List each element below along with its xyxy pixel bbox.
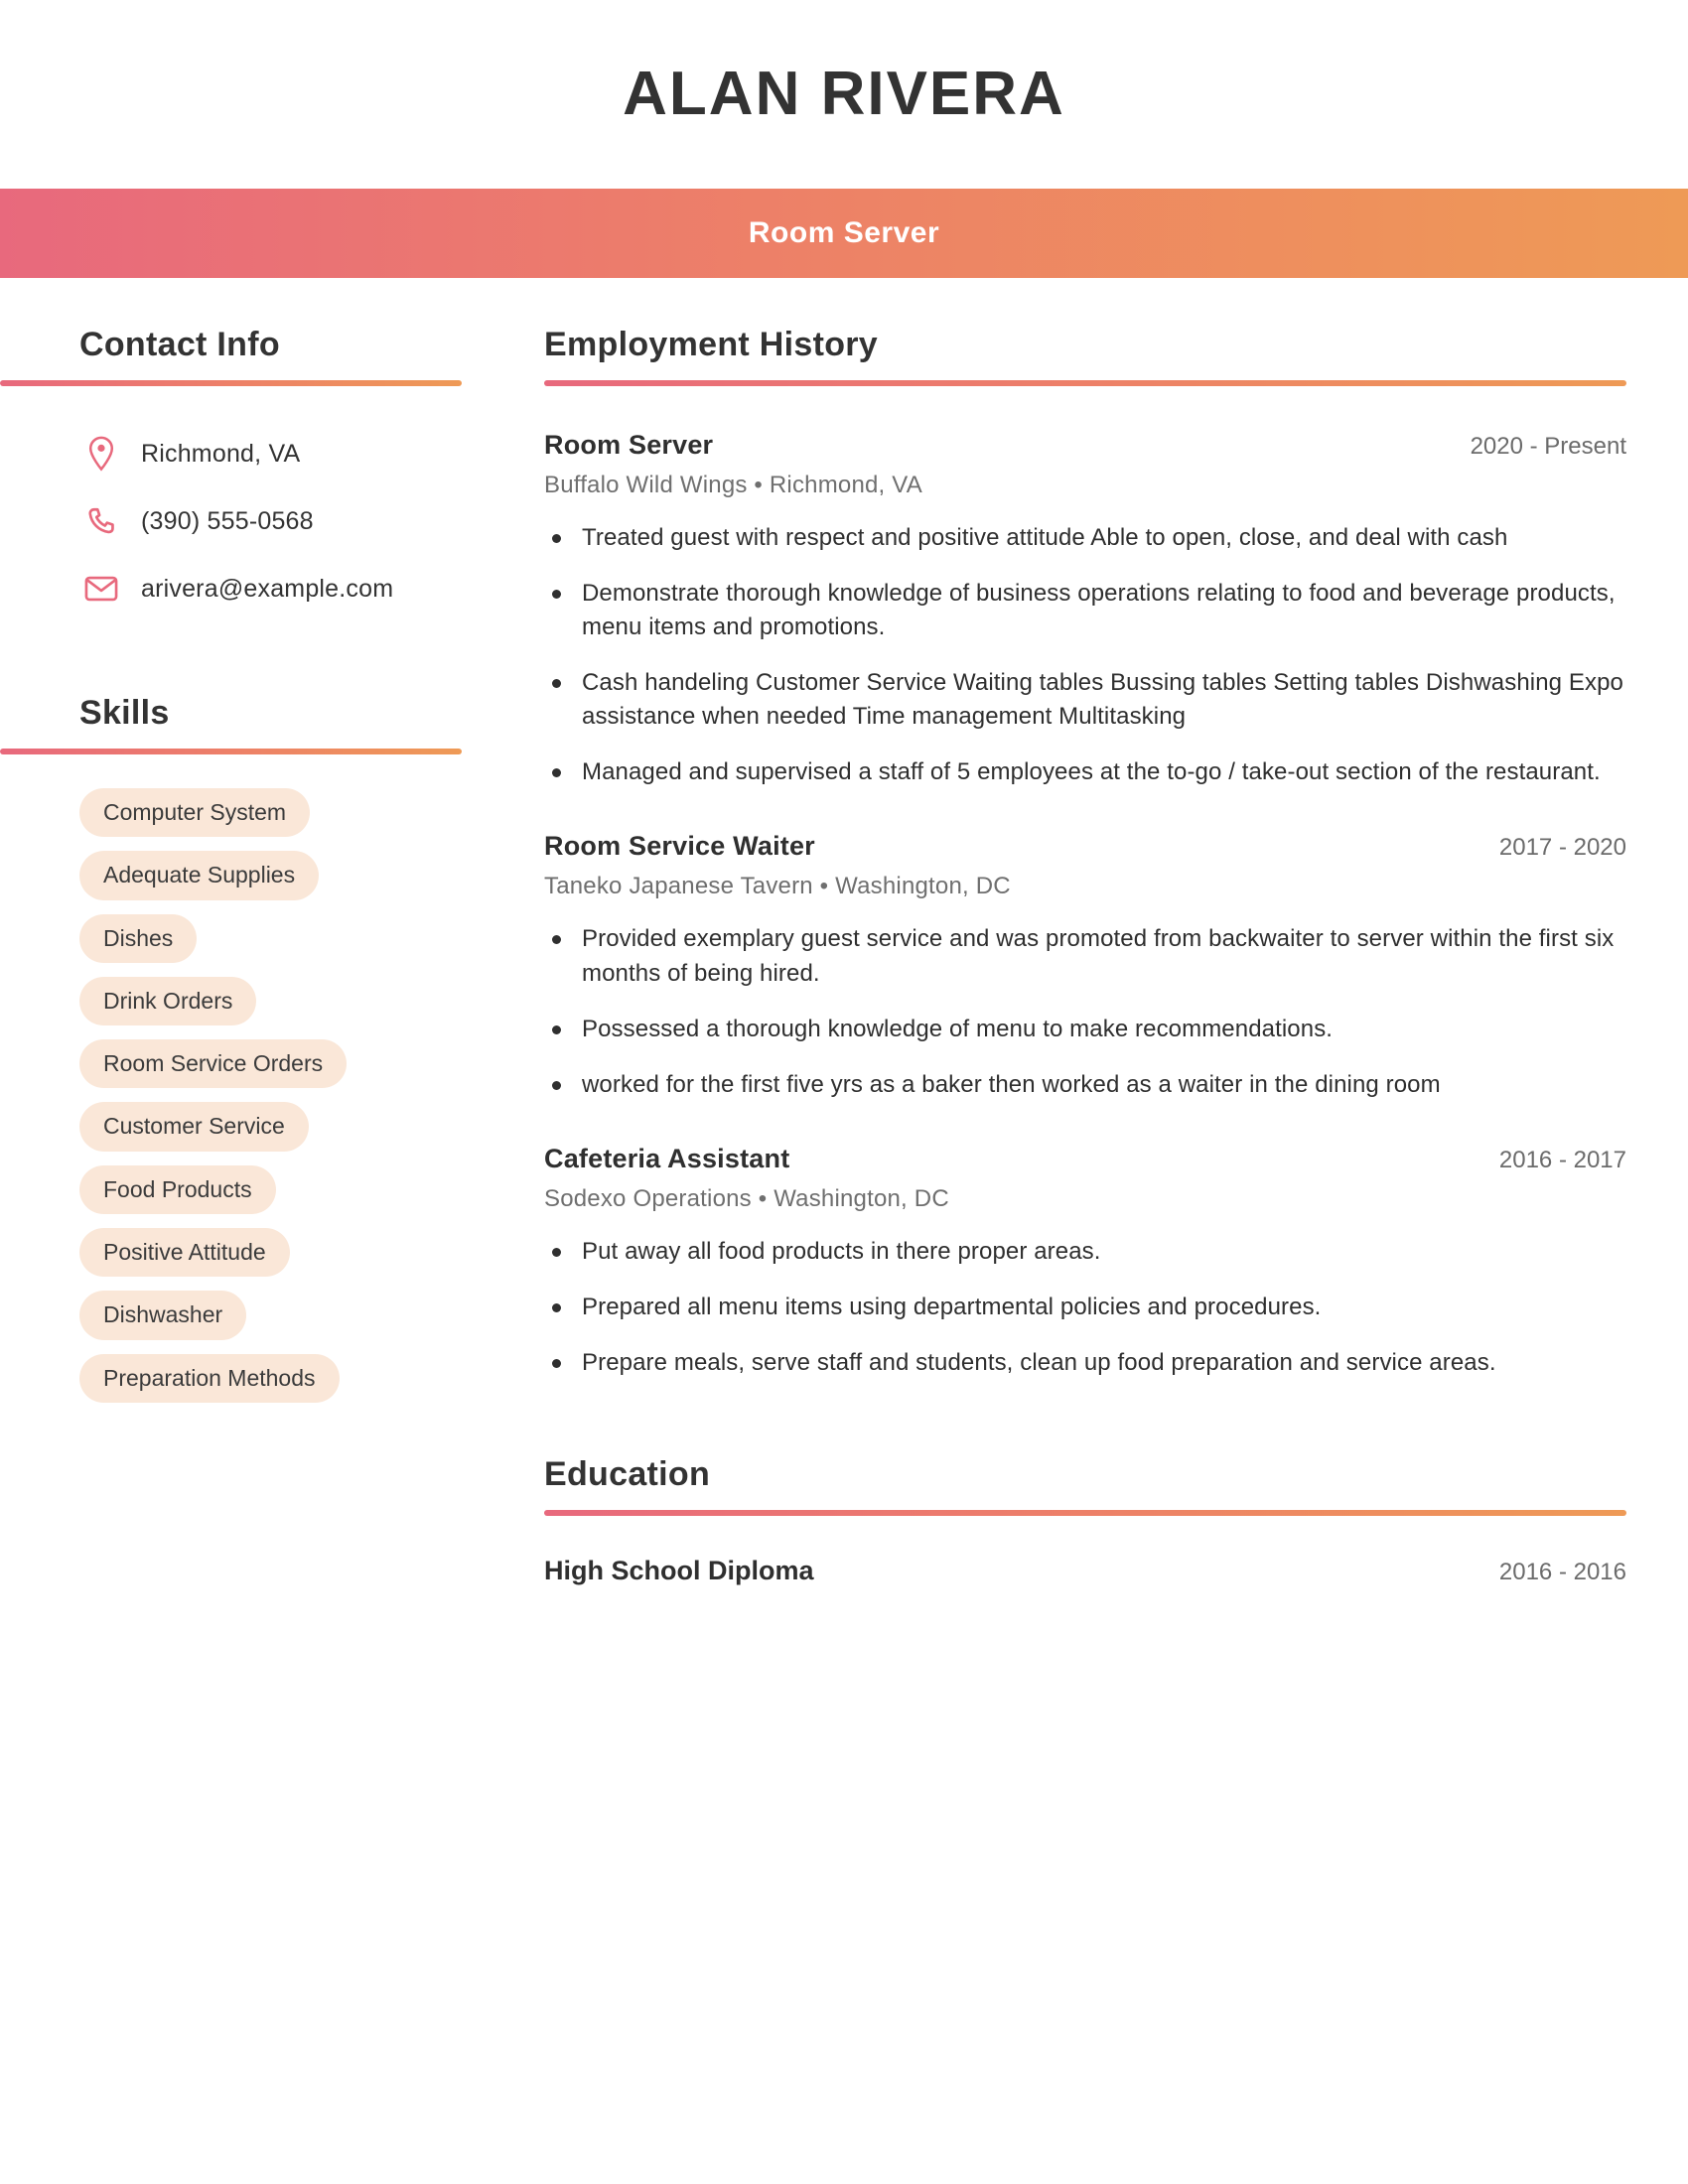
job-bullet-list: Put away all food products in there prop… xyxy=(544,1235,1626,1380)
job-bullet: Possessed a thorough knowledge of menu t… xyxy=(544,1013,1626,1046)
job-bullet: Treated guest with respect and positive … xyxy=(544,521,1626,555)
phone-icon xyxy=(79,505,123,537)
job-list: Room Server 2020 - Present Buffalo Wild Wi… xyxy=(544,430,1626,1380)
contact-item-email: arivera@example.com xyxy=(79,555,462,622)
skill-pill: Preparation Methods xyxy=(79,1353,340,1403)
job-header: Room Server 2020 - Present xyxy=(544,430,1626,461)
job-entry: Room Server 2020 - Present Buffalo Wild Wi… xyxy=(544,430,1626,789)
education-section: Education High School Diploma 2016 - 2016 xyxy=(544,1455,1626,1586)
contact-item-phone: (390) 555-0568 xyxy=(79,487,462,555)
job-title-band: Room Server xyxy=(0,189,1688,278)
resume-header: ALAN RIVERA xyxy=(0,0,1688,189)
education-degree: High School Diploma xyxy=(544,1556,814,1586)
skill-pill: Positive Attitude xyxy=(79,1228,290,1278)
education-list: High School Diploma 2016 - 2016 xyxy=(544,1556,1626,1586)
job-bullet: Prepare meals, serve staff and students,… xyxy=(544,1346,1626,1380)
skill-pill: Dishes xyxy=(79,913,198,963)
skills-section: Skills Computer System Adequate Supplies D… xyxy=(0,694,462,1403)
job-title: Room Server xyxy=(544,430,714,460)
skill-pill: Customer Service xyxy=(79,1102,309,1152)
skills-list: Computer System Adequate Supplies Dishes Dr… xyxy=(0,788,382,1403)
contact-phone-value: (390) 555-0568 xyxy=(141,506,314,535)
main-column: Employment History Room Server 2020 - Pre… xyxy=(462,326,1688,1586)
job-bullet-list: Provided exemplary guest service and was… xyxy=(544,922,1626,1101)
job-company: Buffalo Wild Wings • Richmond, VA xyxy=(544,472,922,498)
job-title: Room Service Waiter xyxy=(544,831,815,862)
location-pin-icon xyxy=(79,436,123,472)
job-bullet: Provided exemplary guest service and was… xyxy=(544,922,1626,990)
job-company: Taneko Japanese Tavern • Washington, DC xyxy=(544,873,1011,900)
skill-pill: Room Service Orders xyxy=(79,1039,348,1089)
resume-body: Contact Info Richmond, VA (390) 555-0568… xyxy=(0,278,1688,1586)
job-bullet: Prepared all menu items using department… xyxy=(544,1291,1626,1324)
employment-history-heading: Employment History xyxy=(544,326,879,363)
contact-email-value: arivera@example.com xyxy=(141,574,394,603)
skill-pill: Drink Orders xyxy=(79,976,257,1026)
education-heading: Education xyxy=(544,1455,711,1494)
sidebar: Contact Info Richmond, VA (390) 555-0568… xyxy=(0,326,462,1403)
job-bullet: Demonstrate thorough knowledge of busine… xyxy=(544,577,1626,644)
education-header: High School Diploma 2016 - 2016 xyxy=(544,1556,1626,1586)
skills-divider xyxy=(0,749,462,754)
candidate-name: ALAN RIVERA xyxy=(623,60,1065,128)
job-bullet: Put away all food products in there prop… xyxy=(544,1235,1626,1269)
contact-list: Richmond, VA (390) 555-0568 arivera@exam… xyxy=(0,420,462,622)
skill-pill: Computer System xyxy=(79,788,311,838)
job-dates: 2016 - 2017 xyxy=(1498,1146,1626,1173)
contact-info-divider xyxy=(0,380,462,386)
skills-heading: Skills xyxy=(79,694,170,732)
education-entry: High School Diploma 2016 - 2016 xyxy=(544,1556,1626,1586)
candidate-job-title: Room Server xyxy=(748,216,940,249)
email-icon xyxy=(79,575,123,603)
employment-history-section: Employment History Room Server 2020 - Pre… xyxy=(544,326,1626,1380)
contact-item-location: Richmond, VA xyxy=(79,420,462,487)
contact-info-section: Contact Info Richmond, VA (390) 555-0568… xyxy=(0,326,462,622)
job-bullet-list: Treated guest with respect and positive … xyxy=(544,521,1626,789)
contact-location-value: Richmond, VA xyxy=(141,439,301,468)
job-dates: 2017 - 2020 xyxy=(1498,834,1626,862)
employment-history-divider xyxy=(544,380,1626,386)
contact-info-heading: Contact Info xyxy=(79,326,280,363)
education-divider xyxy=(544,1510,1626,1517)
job-entry: Cafeteria Assistant 2016 - 2017 Sodexo Ope… xyxy=(544,1144,1626,1380)
job-bullet: Managed and supervised a staff of 5 empl… xyxy=(544,755,1626,789)
job-entry: Room Service Waiter 2017 - 2020 Taneko Jap… xyxy=(544,831,1626,1101)
resume-page: ALAN RIVERA Room Server Contact Info Ric… xyxy=(0,0,1688,2184)
skill-pill: Food Products xyxy=(79,1164,276,1215)
job-dates: 2020 - Present xyxy=(1470,433,1626,460)
job-title: Cafeteria Assistant xyxy=(544,1143,790,1173)
job-bullet: Cash handeling Customer Service Waiting … xyxy=(544,666,1626,734)
education-dates: 2016 - 2016 xyxy=(1498,1559,1626,1586)
job-header: Cafeteria Assistant 2016 - 2017 xyxy=(544,1144,1626,1174)
skill-pill: Dishwasher xyxy=(79,1291,247,1340)
job-header: Room Service Waiter 2017 - 2020 xyxy=(544,831,1626,862)
job-company: Sodexo Operations • Washington, DC xyxy=(544,1184,949,1212)
job-bullet: worked for the first five yrs as a baker… xyxy=(544,1068,1626,1102)
skill-pill: Adequate Supplies xyxy=(79,851,320,900)
